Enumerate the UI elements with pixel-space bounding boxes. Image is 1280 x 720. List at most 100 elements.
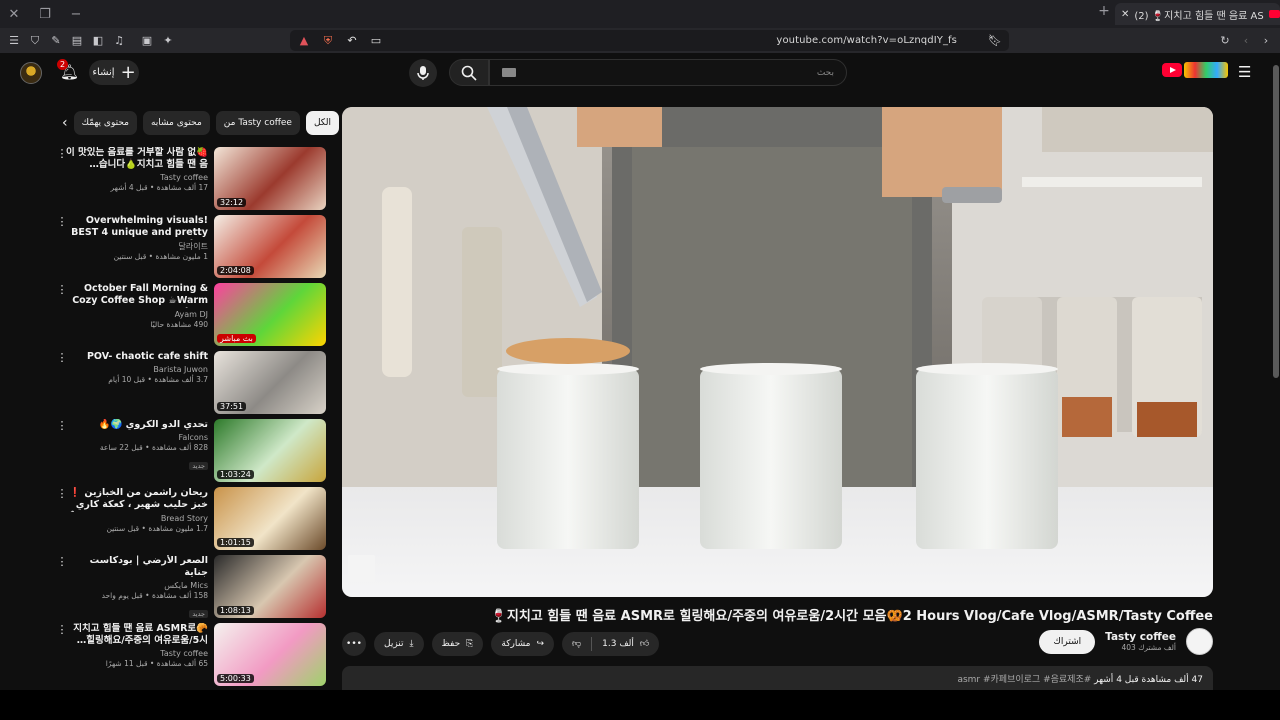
- related-chips: ‹ محتوى يهمّك محتوى مشابه من Tasty coffe…: [62, 110, 340, 136]
- recommendation-item[interactable]: ⋮ Overwhelming visuals! BEST 4 unique and…: [56, 213, 330, 281]
- dislike-button[interactable]: 👎︎: [562, 632, 591, 656]
- recommendation-thumbnail[interactable]: 2:04:08: [214, 215, 326, 278]
- recommendation-title[interactable]: الصعر الأرضي | بودكاست جناية: [63, 555, 208, 579]
- recommendation-item[interactable]: ⋮ ريحان راشمن من الخبازين ❗ خبز حليب شهير…: [56, 485, 330, 553]
- guide-menu-icon[interactable]: ☰: [1238, 63, 1251, 81]
- chip-for-you[interactable]: محتوى يهمّك: [73, 111, 137, 135]
- browser-tab[interactable]: ✕ (2) 🍷지치고 힘들 땐 음료 AS: [1115, 3, 1280, 25]
- channel-avatar[interactable]: [1186, 628, 1213, 655]
- youtube-logo[interactable]: [1162, 62, 1228, 78]
- create-button[interactable]: إنشاء +: [89, 60, 139, 85]
- save-label: حفظ: [441, 639, 461, 649]
- undo-icon[interactable]: ↶: [344, 33, 360, 49]
- pin-icon[interactable]: ✎: [46, 28, 66, 53]
- notifications-button[interactable]: 🔔︎ 2: [57, 59, 79, 81]
- search-button[interactable]: [449, 59, 489, 86]
- new-tab-button[interactable]: +: [1094, 3, 1114, 23]
- recommendation-channel: Barista Juwon: [153, 365, 208, 374]
- channel-row: اشتراك Tasty coffee 403 ألف مشترك: [1039, 628, 1213, 655]
- recommendation-channel: Tasty coffee: [160, 649, 208, 658]
- voice-search-button[interactable]: [409, 59, 437, 87]
- download-icon: ⤓: [409, 639, 414, 649]
- recommendation-title[interactable]: 🥐지치고 힘들 땐 음료 ASMR로 힐링해요/주중의 여유로움/5시…: [63, 623, 208, 647]
- save-button[interactable]: حفظ ⎘: [431, 632, 484, 656]
- music-icon[interactable]: ♫: [109, 28, 129, 53]
- sidebar-icon[interactable]: ◧: [88, 28, 108, 53]
- recommendation-thumbnail[interactable]: 1:08:13: [214, 555, 326, 618]
- recommendation-title[interactable]: ريحان راشمن من الخبازين ❗ خبز حليب شهير …: [63, 487, 208, 512]
- recommendation-channel: Tasty coffee: [160, 173, 208, 182]
- restore-window-icon[interactable]: ❐: [31, 0, 59, 28]
- recommendation-title[interactable]: تحدي الدو الكروي 🌍🔥: [63, 419, 208, 431]
- thumbs-up-icon: 👍︎: [639, 639, 650, 649]
- menu-icon[interactable]: ☰: [4, 28, 24, 53]
- recommendation-item[interactable]: ⋮ 🥐지치고 힘들 땐 음료 ASMR로 힐링해요/주중의 여유로움/5시… Tas…: [56, 621, 330, 689]
- reader-icon[interactable]: ▭: [368, 33, 384, 49]
- recommendation-meta: 17 ألف مشاهدة • قبل 4 أشهر: [110, 183, 208, 192]
- address-bar[interactable]: ▲ ⛨ ↶ ▭ youtube.com/watch?v=oLznqdIY_fs …: [290, 30, 1009, 51]
- recommendation-item[interactable]: ⋮ POV- chaotic cafe shift Barista Juwon 3.7…: [56, 349, 330, 417]
- hashtags[interactable]: #asmr #카페브이로그 #음료제조: [957, 675, 1091, 685]
- bookmark-save-icon: ⎘: [466, 639, 474, 649]
- scrollbar-thumb[interactable]: [1273, 65, 1279, 378]
- screenshot-icon[interactable]: ▣: [137, 28, 157, 53]
- more-actions-button[interactable]: •••: [342, 632, 366, 656]
- recommendation-item[interactable]: ⋮ 🍓이 맛있는 음료를 거부할 사람 없습니다🍐지치고 힘들 땐 음… Tasty…: [56, 145, 330, 213]
- extensions-icon[interactable]: ✦: [158, 28, 178, 53]
- recommendation-title[interactable]: 🍓이 맛있는 음료를 거부할 사람 없습니다🍐지치고 힘들 땐 음…: [63, 147, 208, 171]
- recommendation-text: الصعر الأرضي | بودكاست جناية Mics مايكس 15…: [63, 555, 208, 620]
- recommendation-item[interactable]: ⋮ تحدي الدو الكروي 🌍🔥 Falcons 828 ألف مشاهد…: [56, 417, 330, 485]
- bottom-bar: [0, 690, 1280, 720]
- new-badge: جديد: [189, 610, 208, 618]
- close-window-icon[interactable]: ✕: [0, 0, 28, 28]
- back-icon[interactable]: ‹: [1236, 28, 1256, 53]
- recommendation-thumbnail[interactable]: 32:12: [214, 147, 326, 210]
- tabs-icon[interactable]: ▤: [67, 28, 87, 53]
- recommendation-meta: 1 مليون مشاهدة • قبل سنتين: [113, 252, 208, 261]
- page-scrollbar[interactable]: [1272, 53, 1280, 690]
- shield-icon[interactable]: ⛉: [25, 28, 45, 53]
- recommendation-title[interactable]: Overwhelming visuals! BEST 4 unique and …: [63, 215, 208, 240]
- create-label: إنشاء: [92, 67, 115, 78]
- forward-icon[interactable]: ›: [1256, 28, 1276, 53]
- youtube-doodle: [1184, 62, 1228, 78]
- youtube-favicon-icon: [1268, 10, 1280, 18]
- brave-shield-icon[interactable]: ⛨: [320, 33, 336, 49]
- keyboard-icon[interactable]: [502, 68, 516, 77]
- microphone-icon: [417, 66, 429, 80]
- account-avatar[interactable]: [20, 62, 42, 84]
- chip-from-channel[interactable]: من Tasty coffee: [215, 111, 300, 135]
- close-tab-icon[interactable]: ✕: [1121, 9, 1129, 20]
- chip-related[interactable]: محتوى مشابه: [142, 111, 210, 135]
- channel-name[interactable]: Tasty coffee: [1105, 631, 1176, 643]
- download-button[interactable]: تنزيل ⤓: [374, 632, 424, 656]
- video-player[interactable]: [342, 107, 1213, 597]
- recommendation-title[interactable]: October Fall Morning & Cozy Coffee Shop …: [63, 283, 208, 308]
- bookmark-icon[interactable]: 🔖︎: [987, 33, 1003, 49]
- recommendation-channel: Falcons: [178, 433, 208, 442]
- warning-icon[interactable]: ▲: [296, 33, 312, 49]
- search-input[interactable]: بحث: [489, 59, 847, 86]
- subscribe-button[interactable]: اشتراك: [1039, 629, 1096, 654]
- reload-icon[interactable]: ↻: [1215, 28, 1235, 53]
- chevron-left-icon[interactable]: ‹: [62, 115, 68, 131]
- new-badge: جديد: [189, 462, 208, 470]
- recommendation-item[interactable]: ⋮ الصعر الأرضي | بودكاست جناية Mics مايكس 1…: [56, 553, 330, 621]
- recommendation-thumbnail[interactable]: بث مباشر: [214, 283, 326, 346]
- recommendation-thumbnail[interactable]: 1:01:15: [214, 487, 326, 550]
- recommendation-text: Overwhelming visuals! BEST 4 unique and …: [63, 215, 208, 262]
- like-button[interactable]: 1.3 ألف 👍︎: [592, 632, 659, 656]
- recommendation-thumbnail[interactable]: 37:51: [214, 351, 326, 414]
- recommendation-title[interactable]: POV- chaotic cafe shift: [63, 351, 208, 363]
- duration-badge: 37:51: [217, 402, 247, 411]
- views-date: 47 ألف مشاهدة قبل 4 أشهر: [1094, 675, 1203, 685]
- url-text: youtube.com/watch?v=oLznqdIY_fs: [776, 35, 957, 46]
- share-button[interactable]: مشاركة ↪: [491, 632, 554, 656]
- recommendation-meta: 828 ألف مشاهدة • قبل 22 ساعة: [99, 443, 208, 452]
- description-box[interactable]: 47 ألف مشاهدة قبل 4 أشهر #asmr #카페브이로그 #…: [342, 666, 1213, 690]
- recommendation-thumbnail[interactable]: 1:03:24: [214, 419, 326, 482]
- recommendation-thumbnail[interactable]: 5:00:33: [214, 623, 326, 686]
- recommendation-item[interactable]: ⋮ October Fall Morning & Cozy Coffee Shop…: [56, 281, 330, 349]
- minimize-window-icon[interactable]: −: [62, 0, 90, 28]
- chip-all[interactable]: الكل: [305, 111, 340, 135]
